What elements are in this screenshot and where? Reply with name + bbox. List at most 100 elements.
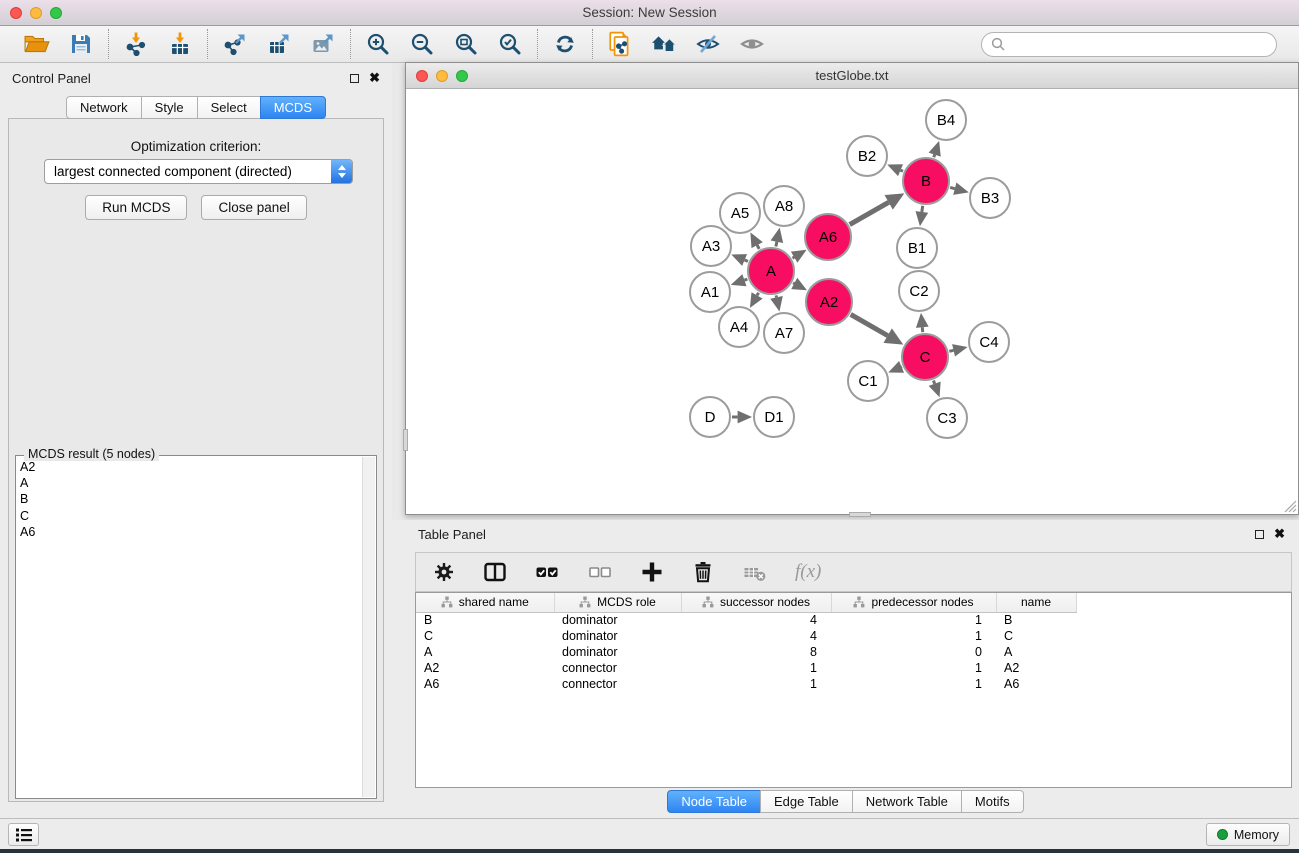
tab-mcds[interactable]: MCDS: [260, 96, 326, 119]
export-image-button[interactable]: [310, 31, 336, 57]
table-settings-button[interactable]: [432, 559, 456, 585]
tab-motifs[interactable]: Motifs: [961, 790, 1024, 813]
maximize-window-button[interactable]: [50, 7, 62, 19]
graph-edge-B-B4[interactable]: [934, 155, 935, 158]
network-window-titlebar[interactable]: testGlobe.txt: [406, 63, 1298, 89]
result-item[interactable]: A6: [20, 524, 360, 540]
table-cell[interactable]: A6: [416, 676, 554, 692]
export-network-button[interactable]: [222, 31, 248, 57]
zoom-in-button[interactable]: [365, 31, 391, 57]
table-cell[interactable]: 4: [681, 612, 831, 628]
run-mcds-button[interactable]: Run MCDS: [85, 195, 187, 220]
new-network-from-selection-button[interactable]: [607, 31, 633, 57]
table-cell[interactable]: C: [416, 628, 554, 644]
vertical-split-handle[interactable]: [403, 429, 408, 451]
column-header-successor-nodes[interactable]: successor nodes: [681, 593, 831, 612]
graph-edge-C-C3[interactable]: [933, 381, 934, 384]
table-cell[interactable]: A6: [996, 676, 1076, 692]
close-panel-button[interactable]: Close panel: [201, 195, 306, 220]
table-cell[interactable]: connector: [554, 660, 681, 676]
graph-edge-B-B3[interactable]: [950, 187, 955, 188]
table-row[interactable]: A6connector11A6: [416, 676, 1291, 692]
zoom-selected-button[interactable]: [497, 31, 523, 57]
tab-network[interactable]: Network: [66, 96, 142, 119]
tab-select[interactable]: Select: [197, 96, 261, 119]
tab-node-table[interactable]: Node Table: [667, 790, 761, 813]
graph-edge-A-A1[interactable]: [744, 279, 747, 280]
function-builder-button[interactable]: f(x): [795, 559, 821, 585]
tab-edge-table[interactable]: Edge Table: [760, 790, 853, 813]
network-canvas[interactable]: B4B2BB3A8A5A6A3B1AA1C2A2A4A7C4CC1C3DD1: [406, 89, 1298, 514]
memory-button[interactable]: Memory: [1206, 823, 1290, 846]
first-neighbors-button[interactable]: [651, 31, 677, 57]
zoom-fit-button[interactable]: [453, 31, 479, 57]
close-table-panel-icon[interactable]: ✖: [1274, 529, 1285, 539]
graph-edge-B-B1[interactable]: [922, 206, 923, 212]
table-cell[interactable]: dominator: [554, 628, 681, 644]
table-row[interactable]: Bdominator41B: [416, 612, 1291, 628]
save-session-button[interactable]: [68, 31, 94, 57]
column-header-predecessor-nodes[interactable]: predecessor nodes: [831, 593, 996, 612]
delete-table-button[interactable]: [742, 559, 768, 585]
search-box[interactable]: [981, 32, 1277, 57]
float-panel-icon[interactable]: [350, 74, 359, 83]
table-cell[interactable]: connector: [554, 676, 681, 692]
export-table-button[interactable]: [266, 31, 292, 57]
table-cell[interactable]: 1: [831, 676, 996, 692]
select-all-columns-button[interactable]: [534, 559, 560, 585]
graph-edge-A-A6[interactable]: [792, 257, 794, 258]
table-cell[interactable]: 1: [681, 676, 831, 692]
close-window-button[interactable]: [10, 7, 22, 19]
table-cell[interactable]: A2: [996, 660, 1076, 676]
table-cell[interactable]: dominator: [554, 644, 681, 660]
graph-edge-A-A3[interactable]: [745, 260, 748, 261]
unselect-all-columns-button[interactable]: [587, 559, 613, 585]
graph-edge-A2-C[interactable]: [851, 314, 888, 335]
table-cell[interactable]: 1: [831, 628, 996, 644]
zoom-out-button[interactable]: [409, 31, 435, 57]
column-header-name[interactable]: name: [996, 593, 1076, 612]
tab-network-table[interactable]: Network Table: [852, 790, 962, 813]
horizontal-split-handle[interactable]: [849, 512, 871, 517]
node-table[interactable]: shared nameMCDS rolesuccessor nodesprede…: [415, 592, 1292, 788]
mcds-result-list[interactable]: A2ABCA6: [20, 459, 360, 795]
network-maximize-button[interactable]: [456, 70, 468, 82]
table-row[interactable]: A2connector11A2: [416, 660, 1291, 676]
delete-column-button[interactable]: [691, 559, 715, 585]
show-all-button[interactable]: [739, 31, 765, 57]
refresh-view-button[interactable]: [552, 31, 578, 57]
table-cell[interactable]: B: [996, 612, 1076, 628]
table-cell[interactable]: 4: [681, 628, 831, 644]
table-cell[interactable]: A2: [416, 660, 554, 676]
float-table-panel-icon[interactable]: [1255, 530, 1264, 539]
task-history-button[interactable]: [8, 823, 39, 846]
minimize-window-button[interactable]: [30, 7, 42, 19]
show-columns-button[interactable]: [483, 559, 507, 585]
graph-edge-A-A8[interactable]: [776, 242, 777, 247]
table-cell[interactable]: B: [416, 612, 554, 628]
result-item[interactable]: A2: [20, 459, 360, 475]
open-session-button[interactable]: [24, 31, 50, 57]
result-item[interactable]: C: [20, 508, 360, 524]
graph-edge-A6-B[interactable]: [850, 202, 889, 224]
table-cell[interactable]: 8: [681, 644, 831, 660]
graph-edge-A-A2[interactable]: [793, 283, 794, 284]
table-cell[interactable]: A: [416, 644, 554, 660]
network-close-button[interactable]: [416, 70, 428, 82]
import-network-button[interactable]: [123, 31, 149, 57]
table-cell[interactable]: C: [996, 628, 1076, 644]
table-row[interactable]: Cdominator41C: [416, 628, 1291, 644]
search-input[interactable]: [1011, 37, 1267, 52]
network-minimize-button[interactable]: [436, 70, 448, 82]
table-cell[interactable]: dominator: [554, 612, 681, 628]
criterion-dropdown[interactable]: largest connected component (directed): [44, 159, 353, 184]
table-row[interactable]: Adominator80A: [416, 644, 1291, 660]
column-header-shared-name[interactable]: shared name: [416, 593, 554, 612]
column-header-mcds-role[interactable]: MCDS role: [554, 593, 681, 612]
table-cell[interactable]: 1: [681, 660, 831, 676]
table-cell[interactable]: 1: [831, 612, 996, 628]
result-item[interactable]: B: [20, 491, 360, 507]
create-column-button[interactable]: [640, 559, 664, 585]
graph-edge-B-B2[interactable]: [901, 170, 903, 171]
close-panel-icon[interactable]: ✖: [369, 73, 380, 83]
